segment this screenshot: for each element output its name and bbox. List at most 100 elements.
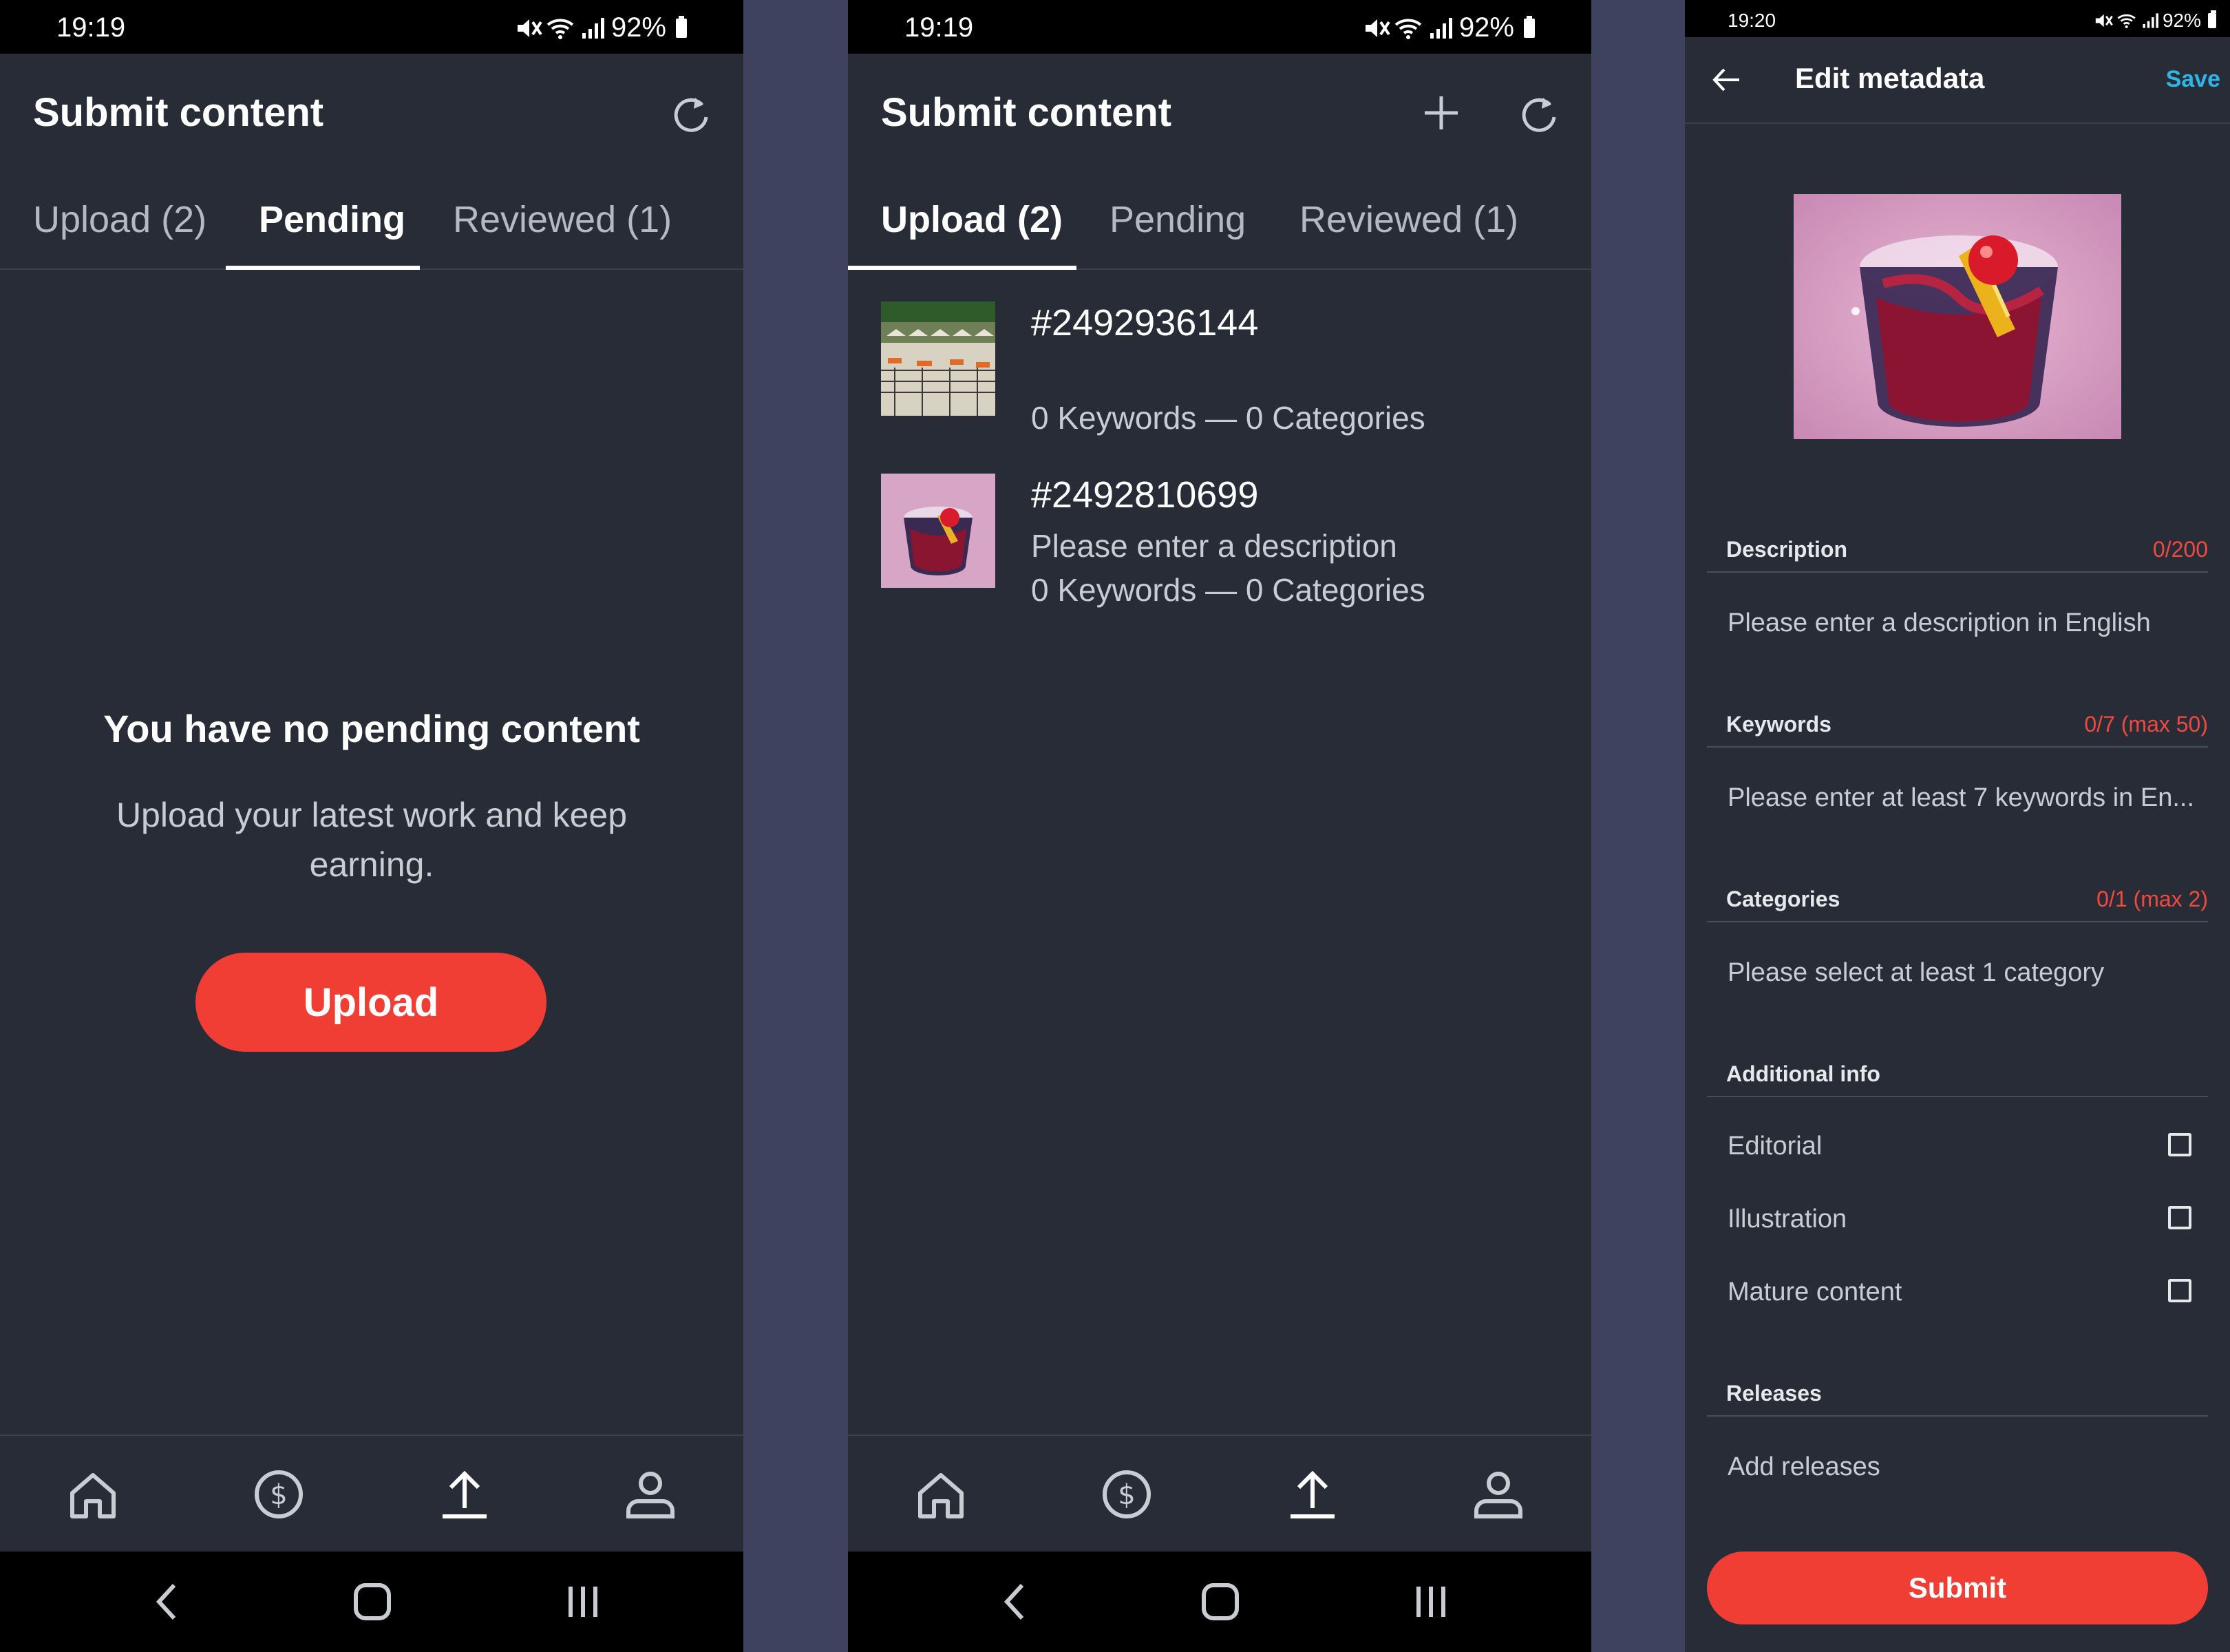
active-tab-indicator xyxy=(226,266,420,270)
illustration-option[interactable]: Illustration xyxy=(1728,1198,2202,1246)
profile-icon xyxy=(626,1472,675,1518)
nav-upload[interactable] xyxy=(1282,1463,1344,1525)
mature-content-checkbox[interactable] xyxy=(2168,1279,2191,1302)
status-time: 19:19 xyxy=(56,12,126,43)
editorial-option[interactable]: Editorial xyxy=(1728,1125,2202,1173)
nav-home[interactable] xyxy=(62,1463,124,1525)
tab-bar: Upload (2) Pending Reviewed (1) xyxy=(0,184,743,270)
categories-count: 0/1 (max 2) xyxy=(2096,887,2208,911)
home-system-button[interactable] xyxy=(1196,1578,1244,1626)
nav-earnings[interactable]: $ xyxy=(1096,1463,1158,1525)
phone-screen-edit-metadata: 19:20 92% Edit metadata Save Description… xyxy=(1685,0,2230,1652)
nav-upload[interactable] xyxy=(434,1463,496,1525)
phone-screen-pending: 19:19 92% Submit content Upload (2) Pend… xyxy=(0,0,743,1652)
arrow-left-icon xyxy=(1712,68,1739,92)
mute-icon xyxy=(517,19,542,37)
home-system-button[interactable] xyxy=(348,1578,396,1626)
beach-thumbnail xyxy=(881,301,995,416)
keywords-section: Keywords 0/7 (max 50) xyxy=(1707,705,2208,748)
tab-reviewed[interactable]: Reviewed (1) xyxy=(453,198,672,241)
bottom-navigation: $ xyxy=(848,1434,1591,1553)
editorial-label: Editorial xyxy=(1728,1132,1823,1161)
page-title: Edit metadata xyxy=(1795,62,1985,94)
upload-icon xyxy=(443,1470,487,1518)
content-preview-image xyxy=(1794,194,2121,439)
nav-home[interactable] xyxy=(910,1463,972,1525)
home-square-icon xyxy=(354,1583,391,1620)
editorial-checkbox[interactable] xyxy=(2168,1133,2191,1156)
description-field[interactable]: Please enter a description in English xyxy=(1728,608,2202,638)
tab-pending[interactable]: Pending xyxy=(259,198,405,241)
content-description: Please enter a description xyxy=(1031,528,1397,564)
illustration-checkbox[interactable] xyxy=(2168,1206,2191,1229)
illustration-label: Illustration xyxy=(1728,1205,1847,1233)
mature-content-option[interactable]: Mature content xyxy=(1728,1271,2202,1319)
keywords-count: 0/7 (max 50) xyxy=(2084,712,2208,737)
tab-bar: Upload (2) Pending Reviewed (1) xyxy=(848,184,1591,270)
nav-profile[interactable] xyxy=(619,1463,681,1525)
add-releases-field[interactable]: Add releases xyxy=(1728,1452,2202,1482)
description-count: 0/200 xyxy=(2152,537,2208,562)
refresh-button[interactable] xyxy=(1513,85,1568,140)
back-icon xyxy=(1003,1583,1024,1620)
status-bar: 19:20 92% xyxy=(1685,0,2230,37)
phone-screen-upload: 19:19 92% Submit content Upload (2) Pend… xyxy=(848,0,1591,1652)
nav-profile[interactable] xyxy=(1467,1463,1529,1525)
bottom-navigation: $ xyxy=(0,1434,743,1553)
dollar-icon: $ xyxy=(255,1470,303,1518)
refresh-button[interactable] xyxy=(665,85,720,140)
back-button[interactable] xyxy=(991,1578,1039,1626)
tab-upload[interactable]: Upload (2) xyxy=(881,198,1063,241)
wifi-icon xyxy=(1394,19,1422,39)
refresh-icon xyxy=(674,98,708,132)
battery-percent: 92% xyxy=(1458,12,1514,43)
mute-icon xyxy=(2095,14,2113,28)
battery-icon xyxy=(2208,10,2216,28)
tab-upload[interactable]: Upload (2) xyxy=(33,198,206,241)
back-arrow-button[interactable] xyxy=(1699,52,1754,107)
recents-icon xyxy=(569,1587,597,1617)
back-button[interactable] xyxy=(143,1578,191,1626)
drink-photo xyxy=(881,474,995,588)
keywords-field[interactable]: Please enter at least 7 keywords in En..… xyxy=(1728,783,2202,813)
profile-icon xyxy=(1474,1472,1522,1518)
system-navigation xyxy=(848,1552,1591,1652)
add-content-button[interactable] xyxy=(1414,85,1469,140)
wifi-icon xyxy=(2117,14,2136,28)
upload-button[interactable]: Upload xyxy=(195,953,546,1052)
additional-info-section: Additional info xyxy=(1707,1055,2208,1097)
status-icons xyxy=(515,17,604,40)
description-section: Description 0/200 xyxy=(1707,530,2208,573)
keywords-label: Keywords xyxy=(1726,712,1831,737)
drink-photo xyxy=(1794,194,2121,439)
status-right: 92% xyxy=(515,12,687,43)
nav-earnings[interactable]: $ xyxy=(248,1463,310,1525)
battery-icon xyxy=(1524,15,1535,38)
active-tab-indicator xyxy=(848,266,1076,270)
tab-pending[interactable]: Pending xyxy=(1109,198,1246,241)
beach-photo xyxy=(881,301,995,416)
signal-icon xyxy=(2143,13,2158,28)
recents-button[interactable] xyxy=(559,1578,607,1626)
status-bar: 19:19 92% xyxy=(0,0,743,54)
categories-field[interactable]: Please select at least 1 category xyxy=(1728,958,2202,988)
signal-icon xyxy=(1430,17,1452,39)
back-icon xyxy=(156,1583,176,1620)
list-item[interactable]: #2492936144 0 Keywords — 0 Categories xyxy=(881,301,1564,439)
save-button[interactable]: Save xyxy=(2166,66,2220,93)
status-time: 19:19 xyxy=(904,12,974,43)
list-item[interactable]: #2492810699 Please enter a description 0… xyxy=(881,474,1564,611)
refresh-icon xyxy=(1522,98,1556,132)
wifi-icon xyxy=(546,19,574,39)
page-title: Submit content xyxy=(881,90,1172,135)
app-bar: Edit metadata Save xyxy=(1685,37,2230,124)
submit-button[interactable]: Submit xyxy=(1707,1552,2208,1624)
home-icon xyxy=(70,1473,116,1518)
home-square-icon xyxy=(1202,1583,1239,1620)
svg-text:$: $ xyxy=(270,1479,287,1511)
svg-text:$: $ xyxy=(1118,1479,1135,1511)
home-icon xyxy=(918,1473,964,1518)
status-right: 92% xyxy=(2094,10,2216,32)
tab-reviewed[interactable]: Reviewed (1) xyxy=(1299,198,1518,241)
recents-button[interactable] xyxy=(1407,1578,1455,1626)
